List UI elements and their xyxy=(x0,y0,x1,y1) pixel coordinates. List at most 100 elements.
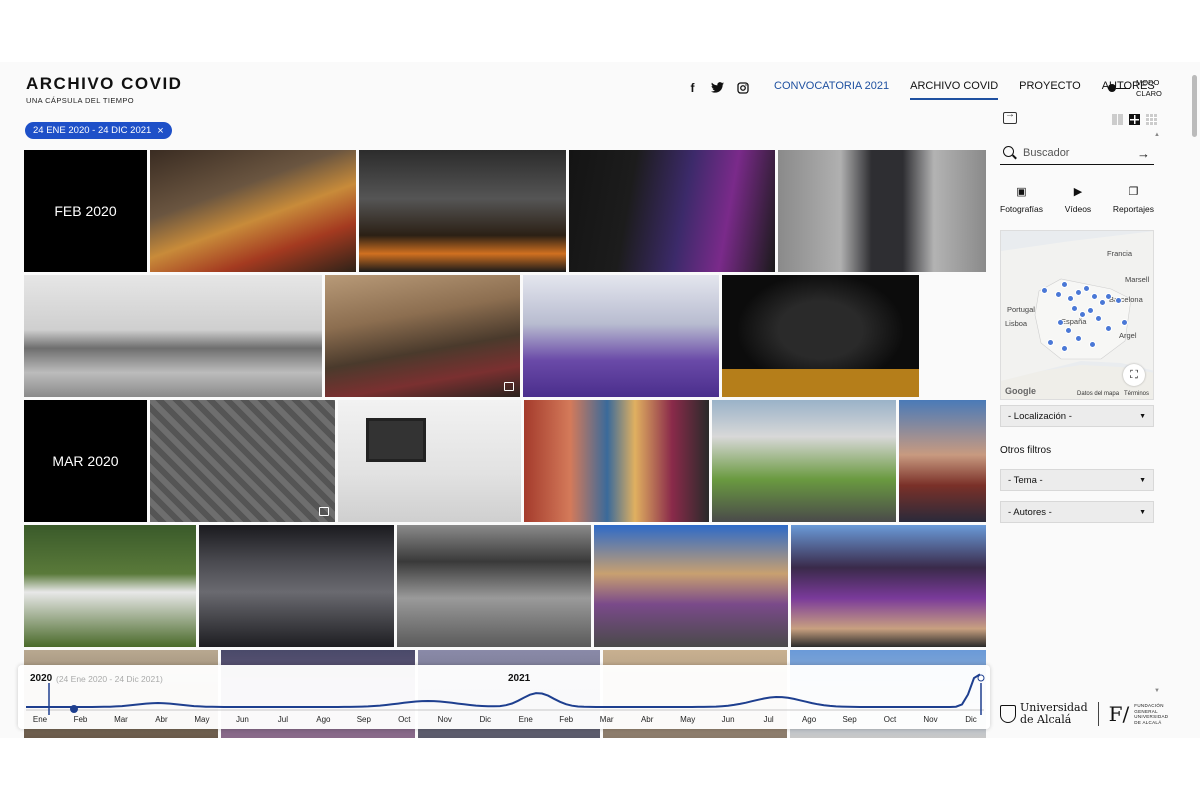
nav-proyecto[interactable]: PROYECTO xyxy=(1019,78,1081,100)
map-terms-link[interactable]: Términos xyxy=(1124,391,1149,397)
photo-thumbnail[interactable] xyxy=(791,525,986,647)
photo-thumbnail[interactable] xyxy=(523,275,719,397)
sidebar-scroll-down-icon[interactable]: ▼ xyxy=(1154,688,1160,694)
photo-thumbnail[interactable] xyxy=(712,400,896,522)
fundacion-logo[interactable]: F/ FUNDACIÓN GENERAL UNIVERSIDAD DE ALCA… xyxy=(1109,702,1173,726)
photo-thumbnail[interactable] xyxy=(338,400,521,522)
timeline-month-label[interactable]: Ene xyxy=(519,715,533,724)
map-pin[interactable] xyxy=(1041,287,1048,294)
photo-thumbnail[interactable] xyxy=(199,525,394,647)
view-grid-icon[interactable] xyxy=(1129,114,1140,125)
type-videos[interactable]: ▶ Vídeos xyxy=(1065,186,1091,214)
timeline-month-label[interactable]: Ago xyxy=(316,715,330,724)
location-select[interactable]: - Localización - ▼ xyxy=(1000,405,1154,427)
timeline-month-label[interactable]: Jun xyxy=(722,715,735,724)
photo-thumbnail[interactable] xyxy=(150,400,335,522)
map-pin[interactable] xyxy=(1061,345,1068,352)
timeline-month-label[interactable]: Nov xyxy=(923,715,937,724)
map-pin[interactable] xyxy=(1071,305,1078,312)
fullscreen-icon[interactable]: ⛶ xyxy=(1123,364,1145,386)
search-input[interactable] xyxy=(1023,147,1133,159)
timeline-month-label[interactable]: Sep xyxy=(842,715,856,724)
instagram-icon[interactable] xyxy=(736,81,749,94)
collapse-panel-icon[interactable] xyxy=(1003,109,1017,124)
timeline-month-label[interactable]: Dic xyxy=(479,715,491,724)
photo-thumbnail[interactable] xyxy=(778,150,986,272)
map-pin[interactable] xyxy=(1095,315,1102,322)
map-pin[interactable] xyxy=(1121,319,1128,326)
timeline-month-label[interactable]: Dic xyxy=(965,715,977,724)
timeline-month-label[interactable]: Jun xyxy=(236,715,249,724)
twitter-icon[interactable] xyxy=(711,81,724,94)
timeline-month-label[interactable]: Oct xyxy=(884,715,896,724)
timeline-month-label[interactable]: Mar xyxy=(600,715,614,724)
map-data-link[interactable]: Datos del mapa xyxy=(1077,391,1119,397)
timeline-panel[interactable]: 2020 (24 Ene 2020 - 24 Dic 2021) 2021 En… xyxy=(18,665,990,729)
map-pin[interactable] xyxy=(1083,285,1090,292)
sidebar-scroll-up-icon[interactable]: ▲ xyxy=(1154,132,1160,138)
photo-thumbnail[interactable] xyxy=(569,150,775,272)
theme-select[interactable]: - Tema - ▼ xyxy=(1000,469,1154,491)
photo-thumbnail[interactable] xyxy=(325,275,520,397)
scrollbar-thumb[interactable] xyxy=(1192,75,1197,137)
map-pin[interactable] xyxy=(1115,297,1122,304)
photo-thumbnail[interactable] xyxy=(722,275,919,397)
map-pin[interactable] xyxy=(1087,307,1094,314)
date-filter-chip[interactable]: 24 ENE 2020 - 24 DIC 2021 × xyxy=(25,122,172,139)
timeline-month-label[interactable]: Ene xyxy=(33,715,47,724)
photo-thumbnail[interactable] xyxy=(594,525,788,647)
close-icon[interactable]: × xyxy=(157,125,163,137)
photo-thumbnail[interactable] xyxy=(524,400,709,522)
map-pin[interactable] xyxy=(1061,281,1068,288)
map-pin[interactable] xyxy=(1079,311,1086,318)
view-small-grid-icon[interactable] xyxy=(1146,114,1157,125)
toggle-switch[interactable] xyxy=(1108,83,1130,93)
map-pin[interactable] xyxy=(1105,325,1112,332)
authors-select[interactable]: - Autores - ▼ xyxy=(1000,501,1154,523)
timeline-month-label[interactable]: Feb xyxy=(559,715,573,724)
map-pin[interactable] xyxy=(1099,299,1106,306)
map-pin[interactable] xyxy=(1057,319,1064,326)
brand-title[interactable]: ARCHIVO COVID xyxy=(26,74,182,94)
map-pin[interactable] xyxy=(1089,341,1096,348)
nav-archivo-covid[interactable]: ARCHIVO COVID xyxy=(910,78,999,100)
timeline-month-label[interactable]: May xyxy=(680,715,695,724)
map-pin[interactable] xyxy=(1091,293,1098,300)
timeline-month-label[interactable]: Ago xyxy=(802,715,816,724)
map-pin[interactable] xyxy=(1065,327,1072,334)
nav-convocatoria[interactable]: CONVOCATORIA 2021 xyxy=(774,78,889,100)
month-tile-mar[interactable]: MAR 2020 xyxy=(24,400,147,522)
timeline-month-label[interactable]: Nov xyxy=(438,715,452,724)
mode-toggle[interactable]: MODO CLARO xyxy=(1108,77,1162,99)
map-pin[interactable] xyxy=(1075,289,1082,296)
photo-thumbnail[interactable] xyxy=(150,150,356,272)
timeline-month-label[interactable]: Abr xyxy=(155,715,167,724)
timeline-month-label[interactable]: Oct xyxy=(398,715,410,724)
photo-thumbnail[interactable] xyxy=(24,275,322,397)
arrow-right-icon[interactable]: → xyxy=(1137,146,1150,161)
timeline-month-label[interactable]: Jul xyxy=(763,715,773,724)
map-pin[interactable] xyxy=(1047,339,1054,346)
photo-thumbnail[interactable] xyxy=(24,525,196,647)
facebook-icon[interactable]: f xyxy=(686,81,699,95)
map-pin[interactable] xyxy=(1067,295,1074,302)
photo-thumbnail[interactable] xyxy=(359,150,566,272)
view-large-icon[interactable] xyxy=(1112,114,1123,125)
photo-thumbnail[interactable] xyxy=(397,525,591,647)
photo-thumbnail[interactable] xyxy=(899,400,986,522)
timeline-month-label[interactable]: Feb xyxy=(74,715,88,724)
map-pin[interactable] xyxy=(1075,335,1082,342)
map-pin[interactable] xyxy=(1055,291,1062,298)
page-scrollbar[interactable] xyxy=(1189,62,1200,738)
map-pin[interactable] xyxy=(1105,293,1112,300)
month-tile-feb[interactable]: FEB 2020 xyxy=(24,150,147,272)
location-map[interactable]: Francia Marsell Portugal España Lisboa B… xyxy=(1000,230,1154,400)
brand[interactable]: ARCHIVO COVID UNA CÁPSULA DEL TIEMPO xyxy=(26,74,182,105)
timeline-month-label[interactable]: Abr xyxy=(641,715,653,724)
timeline-month-label[interactable]: May xyxy=(194,715,209,724)
timeline-month-label[interactable]: Jul xyxy=(278,715,288,724)
type-reports[interactable]: ❐ Reportajes xyxy=(1113,186,1154,214)
type-photos[interactable]: ▣ Fotografías xyxy=(1000,186,1043,214)
uah-logo[interactable]: Universidad de Alcalá xyxy=(1000,702,1088,726)
timeline-month-label[interactable]: Mar xyxy=(114,715,128,724)
